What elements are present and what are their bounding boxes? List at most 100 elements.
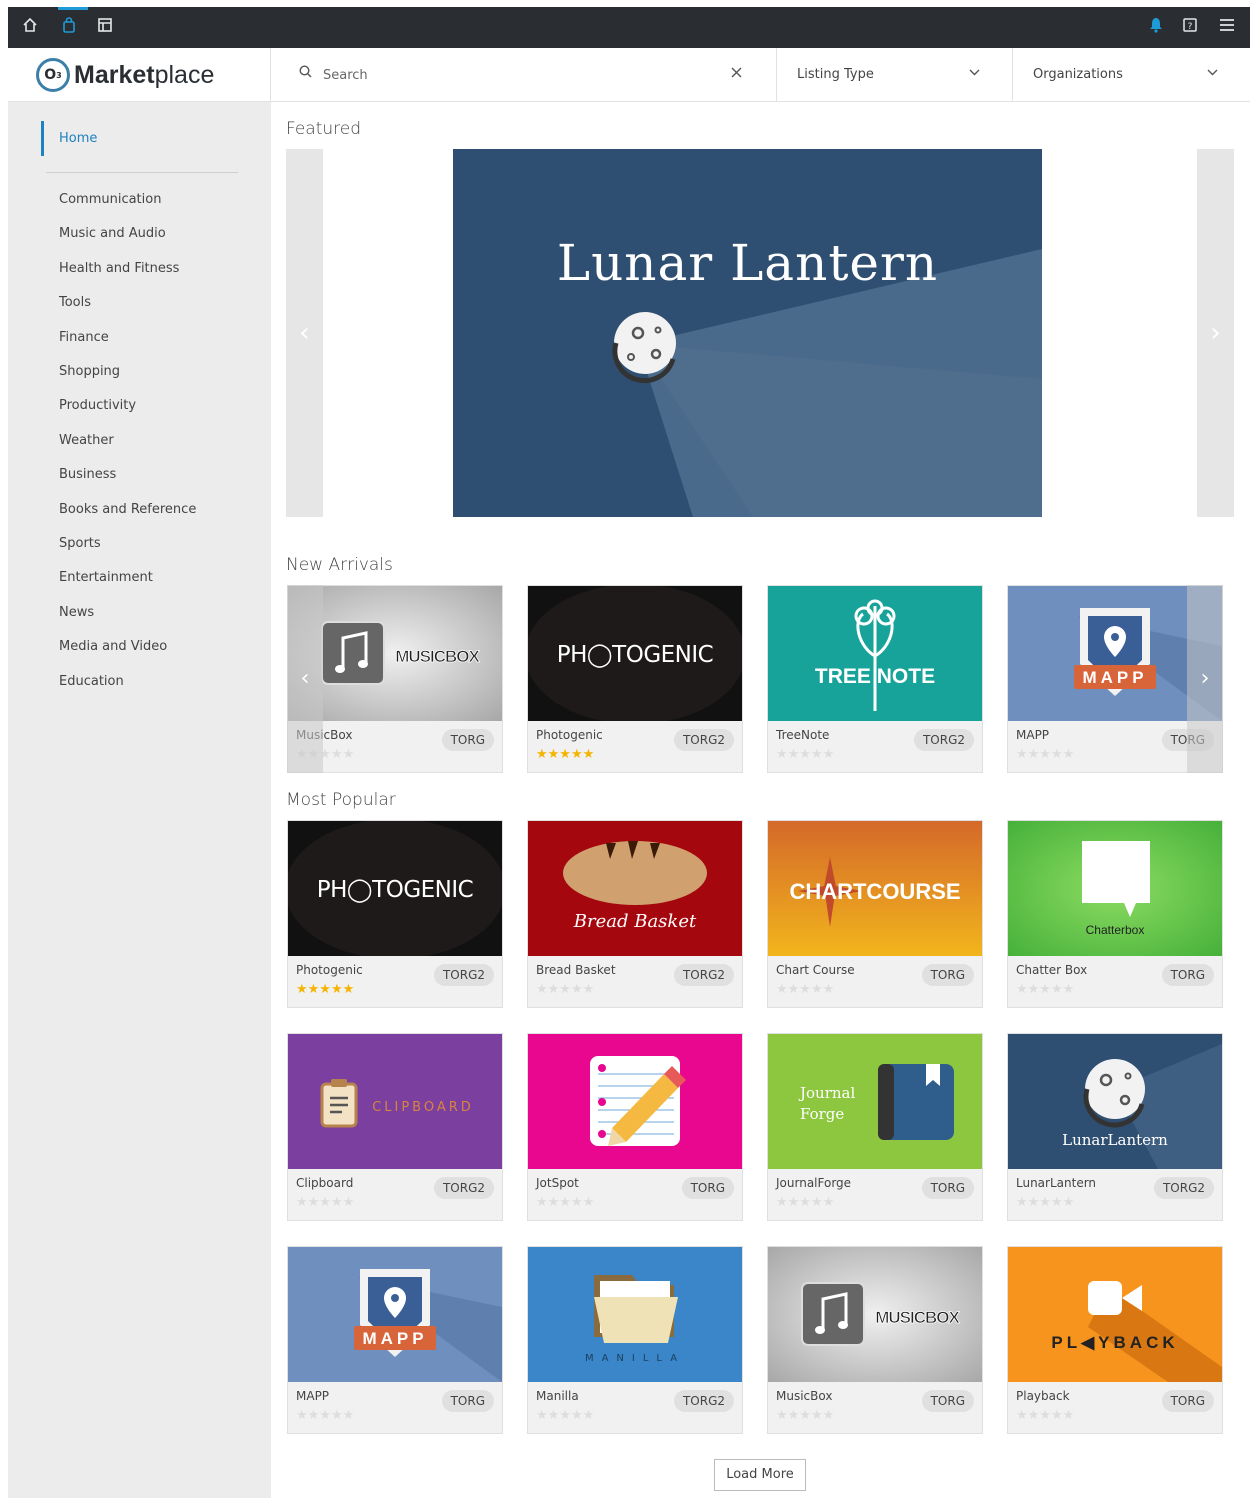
app-name[interactable]: Chatter Box [1016,963,1087,977]
rating-stars: ★★★★★ [1016,1195,1075,1210]
logo-text: Marketplace [74,60,215,89]
featured-next-button[interactable]: › [1197,149,1234,517]
app-name[interactable]: MusicBox [776,1389,832,1403]
card-art-text: MAPP [362,1329,427,1348]
sidebar-item-home[interactable]: Home [41,121,97,156]
new-arrivals-prev-button[interactable]: ‹ [287,585,323,773]
app-name[interactable]: Chart Course [776,963,855,977]
featured-heading: Featured [286,119,362,139]
search-input[interactable] [323,64,723,86]
header-bar: O3 Marketplace Listing Type Organization… [8,48,1250,102]
app-card-bread-basket[interactable]: Bread Basket Bread Basket TORG2 ★★★★★ [527,820,743,1008]
app-thumbnail-photogenic[interactable]: PH◯TOGENIC [528,586,742,721]
app-name[interactable]: Clipboard [296,1176,353,1190]
most-popular-heading: Most Popular [286,790,396,810]
card-art-text: Chatterbox [1086,923,1145,937]
app-card-jotspot[interactable]: JotSpot TORG ★★★★★ [527,1033,743,1221]
sidebar-item-health-and-fitness[interactable]: Health and Fitness [59,261,179,276]
app-card-playback[interactable]: PL◀YBACK Playback TORG ★★★★★ [1007,1246,1223,1434]
sidebar-item-shopping[interactable]: Shopping [59,364,120,379]
bag-icon[interactable] [59,17,79,37]
app-thumbnail-clipboard[interactable]: CLIPBOARD [288,1034,502,1169]
app-name[interactable]: TreeNote [776,728,829,742]
app-thumbnail-treenote[interactable]: TREE NOTE [768,586,982,721]
app-name[interactable]: LunarLantern [1016,1176,1096,1190]
featured-prev-button[interactable]: ‹ [286,149,323,517]
rating-stars: ★★★★★ [1016,982,1075,997]
sidebar-item-media-and-video[interactable]: Media and Video [59,639,167,654]
organizations-dropdown[interactable]: Organizations [1012,48,1250,102]
org-badge: TORG [921,964,974,986]
rating-stars: ★★★★★ [776,1408,835,1423]
help-icon[interactable]: ? [1180,17,1200,37]
app-name[interactable]: Playback [1016,1389,1070,1403]
app-name[interactable]: MAPP [1016,728,1049,742]
app-frame: ? O3 Marketplace Listing Type [8,7,1250,1498]
app-thumbnail-musicbox[interactable]: MUSICBOX [768,1247,982,1382]
load-more-button[interactable]: Load More [714,1459,806,1491]
app-thumbnail-jotspot[interactable] [528,1034,742,1169]
app-name[interactable]: Manilla [536,1389,579,1403]
app-card-musicbox[interactable]: MUSICBOX MusicBox TORG ★★★★★ [767,1246,983,1434]
svg-text:?: ? [1188,22,1193,32]
org-badge: TORG [681,1177,734,1199]
app-name[interactable]: JournalForge [776,1176,851,1190]
new-arrivals-heading: New Arrivals [286,555,393,575]
app-thumbnail-chart-course[interactable]: CHARTCOURSE [768,821,982,956]
app-card-photogenic[interactable]: PH◯TOGENIC Photogenic TORG2 ★★★★★ [527,585,743,773]
app-thumbnail-bread-basket[interactable]: Bread Basket [528,821,742,956]
sidebar-item-music-and-audio[interactable]: Music and Audio [59,226,166,241]
sidebar-item-news[interactable]: News [59,605,94,620]
app-thumbnail-lunarlantern[interactable]: LunarLantern [1008,1034,1222,1169]
marketplace-logo[interactable]: O3 Marketplace [36,57,214,93]
org-badge: TORG2 [673,1390,734,1412]
rating-stars: ★★★★★ [296,982,355,997]
sidebar-item-business[interactable]: Business [59,467,116,482]
app-thumbnail-photogenic[interactable]: PH◯TOGENIC [288,821,502,956]
sidebar-item-weather[interactable]: Weather [59,433,114,448]
sidebar-item-productivity[interactable]: Productivity [59,398,136,413]
org-badge: TORG [441,729,494,751]
app-card-treenote[interactable]: TREE NOTE TreeNote TORG2 ★★★★★ [767,585,983,773]
app-card-photogenic[interactable]: PH◯TOGENIC Photogenic TORG2 ★★★★★ [287,820,503,1008]
app-card-chart-course[interactable]: CHARTCOURSE Chart Course TORG ★★★★★ [767,820,983,1008]
app-thumbnail-journalforge[interactable]: Journal Forge [768,1034,982,1169]
home-icon[interactable] [20,17,40,37]
organizations-label: Organizations [1033,67,1123,82]
app-card-lunarlantern[interactable]: LunarLantern LunarLantern TORG2 ★★★★★ [1007,1033,1223,1221]
app-name[interactable]: JotSpot [536,1176,579,1190]
app-card-clipboard[interactable]: CLIPBOARD Clipboard TORG2 ★★★★★ [287,1033,503,1221]
app-name[interactable]: Photogenic [296,963,363,977]
bell-icon[interactable] [1146,17,1166,37]
app-card-manilla[interactable]: MANILLA Manilla TORG2 ★★★★★ [527,1246,743,1434]
listing-type-dropdown[interactable]: Listing Type [776,48,1012,102]
app-thumbnail-playback[interactable]: PL◀YBACK [1008,1247,1222,1382]
app-thumbnail-mapp[interactable]: MAPP [288,1247,502,1382]
sidebar-item-sports[interactable]: Sports [59,536,101,551]
sidebar-item-tools[interactable]: Tools [59,295,91,310]
menu-icon[interactable] [1217,17,1237,37]
new-arrivals-next-button[interactable]: › [1187,585,1223,773]
sidebar-item-entertainment[interactable]: Entertainment [59,570,153,585]
app-card-mapp[interactable]: MAPP MAPP TORG ★★★★★ [287,1246,503,1434]
sidebar-item-books-and-reference[interactable]: Books and Reference [59,502,196,517]
sidebar-item-finance[interactable]: Finance [59,330,109,345]
app-card-chatter-box[interactable]: Chatterbox Chatter Box TORG ★★★★★ [1007,820,1223,1008]
layout-icon[interactable] [95,17,115,37]
rating-stars: ★★★★★ [296,1408,355,1423]
card-art-text: MUSICBOX [875,1308,960,1327]
sidebar-item-communication[interactable]: Communication [59,192,161,207]
card-art-text: Bread Basket [573,911,697,932]
clear-search-icon[interactable] [731,63,742,82]
app-name[interactable]: Bread Basket [536,963,616,977]
sidebar-item-education[interactable]: Education [59,674,124,689]
app-thumbnail-manilla[interactable]: MANILLA [528,1247,742,1382]
card-art-text: MAPP [1082,668,1147,687]
app-card-journalforge[interactable]: Journal Forge JournalForge TORG ★★★★★ [767,1033,983,1221]
featured-banner[interactable]: Lunar Lantern [453,149,1042,517]
app-name[interactable]: Photogenic [536,728,603,742]
app-name[interactable]: MAPP [296,1389,329,1403]
card-art-text: MUSICBOX [395,647,480,666]
card-art-text: MANILLA [585,1353,685,1364]
app-thumbnail-chatter-box[interactable]: Chatterbox [1008,821,1222,956]
